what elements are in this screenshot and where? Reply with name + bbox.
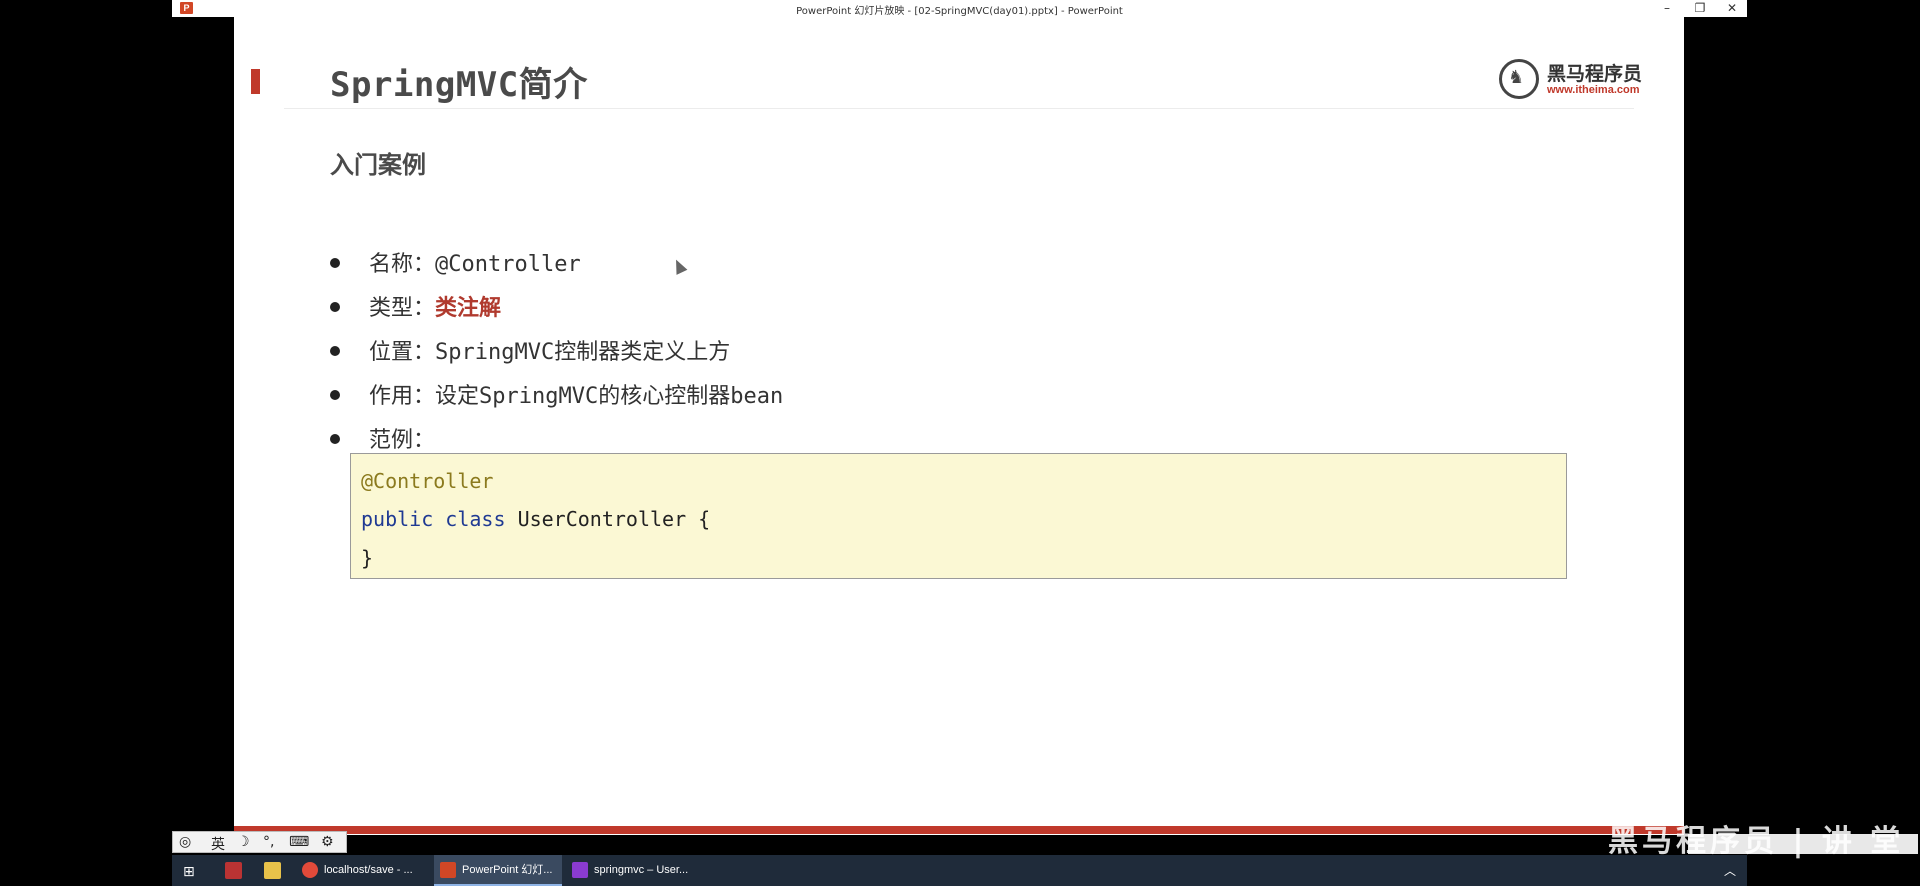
logo-name: 黑马程序员 — [1547, 63, 1643, 85]
ime-language-toggle[interactable]: 英 — [211, 834, 225, 854]
intellij-icon — [572, 862, 588, 879]
taskbar-chrome[interactable]: localhost/save - ... — [302, 855, 427, 886]
slide-footer-bar — [234, 826, 1684, 834]
taskbar: ⊞ localhost/save - ... PowerPoint 幻灯... … — [172, 855, 1747, 886]
ime-toolbar[interactable]: ◎ 英 ☽ °, ⌨ ⚙ — [172, 831, 347, 853]
app-red-icon[interactable] — [225, 862, 242, 879]
restore-button[interactable]: ❐ — [1685, 0, 1715, 17]
punct-icon[interactable]: °, — [263, 834, 274, 850]
code-example-box: @Controller public class UserController … — [350, 453, 1567, 579]
bullet-value-emphasis: 类注解 — [435, 296, 502, 321]
bullet-dot-icon — [330, 302, 340, 312]
bullet-purpose: 作用：设定SpringMVC的核心控制器bean — [330, 375, 783, 419]
bullet-list: 名称：@Controller 类型：类注解 位置：SpringMVC控制器类定义… — [330, 243, 783, 463]
bullet-value: 设定SpringMVC的核心控制器bean — [435, 384, 784, 409]
windows-start-icon[interactable]: ⊞ — [183, 864, 195, 880]
window-title: PowerPoint 幻灯片放映 - [02-SpringMVC(day01).… — [796, 6, 1123, 17]
taskbar-intellij[interactable]: springmvc – User... — [568, 855, 692, 886]
taskbar-item-label: PowerPoint 幻灯... — [462, 864, 553, 876]
section-subtitle: 入门案例 — [330, 151, 426, 179]
code-keyword-class: class — [445, 507, 506, 531]
bullet-label: 名称： — [369, 252, 436, 277]
code-keyword-public: public — [361, 507, 434, 531]
settings-icon[interactable]: ⚙ — [321, 834, 334, 850]
close-button[interactable]: ✕ — [1717, 0, 1747, 17]
taskbar-item-label: springmvc – User... — [594, 864, 689, 876]
bullet-dot-icon — [330, 346, 340, 356]
bullet-value: SpringMVC控制器类定义上方 — [435, 340, 731, 365]
bullet-label: 作用： — [369, 384, 436, 409]
bullet-value: @Controller — [435, 252, 581, 277]
powerpoint-window: P PowerPoint 幻灯片放映 - [02-SpringMVC(day01… — [172, 0, 1918, 886]
bullet-dot-icon — [330, 390, 340, 400]
moon-icon[interactable]: ☽ — [237, 834, 250, 850]
bullet-type: 类型：类注解 — [330, 287, 783, 331]
watermark: 黑马程序员 | 讲 堂 — [1608, 824, 1905, 859]
taskbar-powerpoint[interactable]: PowerPoint 幻灯... — [434, 855, 562, 886]
title-accent-bar — [251, 69, 260, 94]
bullet-name: 名称：@Controller — [330, 243, 783, 287]
slide-title: SpringMVC简介 — [330, 65, 588, 105]
bullet-label: 位置： — [369, 340, 436, 365]
title-divider — [284, 108, 1634, 109]
code-line-class: public class UserController { — [361, 507, 710, 531]
taskbar-item-label: localhost/save - ... — [324, 864, 413, 876]
itheima-logo: ♞ 黑马程序员 www.itheima.com — [1499, 53, 1659, 103]
powerpoint-icon — [440, 862, 456, 879]
code-class-decl: UserController { — [517, 507, 711, 531]
bullet-dot-icon — [330, 258, 340, 268]
bullet-dot-icon — [330, 434, 340, 444]
ime-logo-icon[interactable]: ◎ — [179, 834, 191, 850]
minimize-button[interactable]: – — [1652, 0, 1682, 17]
code-line-annotation: @Controller — [361, 469, 494, 493]
bullet-position: 位置：SpringMVC控制器类定义上方 — [330, 331, 783, 375]
code-line-close: } — [361, 546, 374, 570]
chrome-icon — [302, 862, 318, 879]
chevron-up-icon[interactable]: ︿ — [1724, 862, 1736, 879]
bullet-label: 类型： — [369, 296, 436, 321]
title-bar: P PowerPoint 幻灯片放映 - [02-SpringMVC(day01… — [172, 0, 1747, 17]
horse-icon: ♞ — [1508, 67, 1525, 88]
slide[interactable]: SpringMVC简介 ♞ 黑马程序员 www.itheima.com 入门案例… — [234, 17, 1684, 835]
logo-url: www.itheima.com — [1547, 84, 1640, 96]
bullet-label: 范例： — [369, 428, 436, 453]
keyboard-icon[interactable]: ⌨ — [289, 834, 309, 850]
file-explorer-icon[interactable] — [264, 862, 281, 879]
